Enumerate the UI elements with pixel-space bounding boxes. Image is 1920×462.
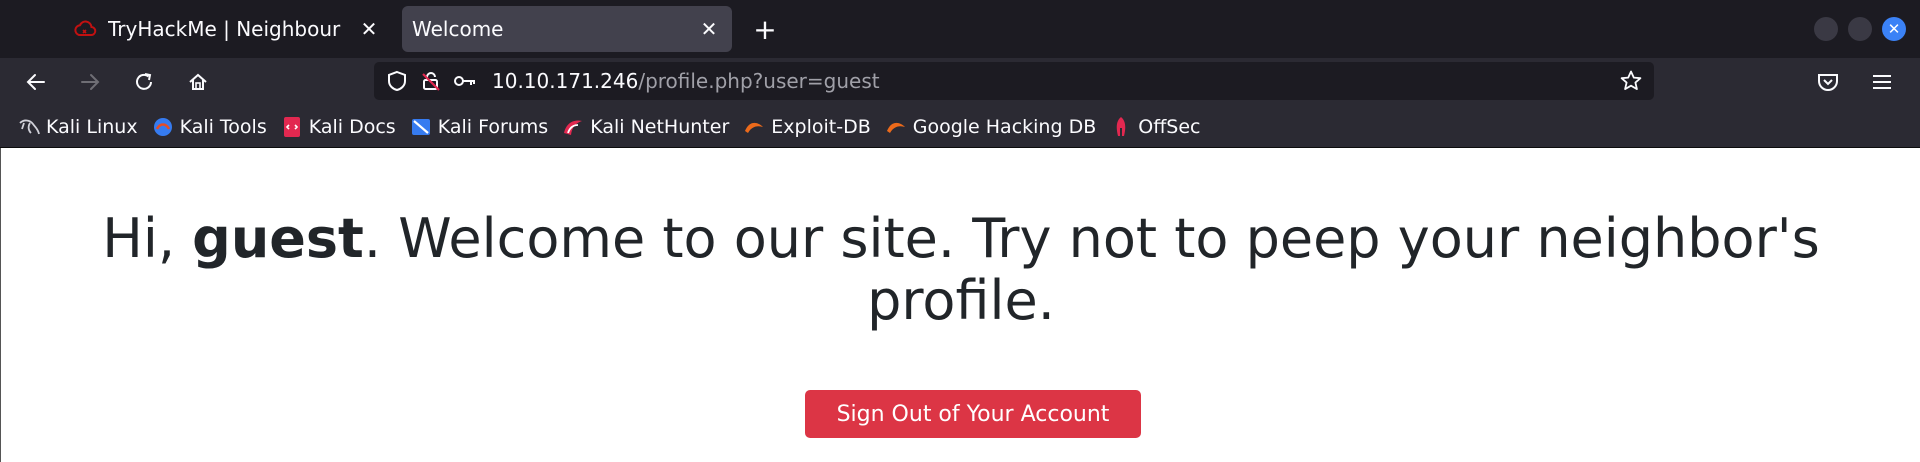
- close-tab-icon[interactable]: ✕: [694, 14, 724, 44]
- url-text[interactable]: 10.10.171.246/profile.php?user=guest: [492, 69, 880, 93]
- greeting-suffix: . Welcome to our site. Try not to peep y…: [363, 207, 1820, 332]
- url-host: 10.10.171.246: [492, 69, 639, 93]
- offsec-icon: [1110, 116, 1132, 138]
- close-tab-icon[interactable]: ✕: [354, 14, 384, 44]
- bookmark-kali-docs[interactable]: Kali Docs: [281, 116, 396, 138]
- insecure-lock-icon[interactable]: [416, 66, 446, 96]
- tab-strip: TryHackMe | Neighbour ✕ Welcome ✕ + ✕: [0, 0, 1920, 58]
- key-icon[interactable]: [450, 66, 480, 96]
- sign-out-button[interactable]: Sign Out of Your Account: [805, 390, 1141, 438]
- kali-docs-icon: [281, 116, 303, 138]
- tab-welcome[interactable]: Welcome ✕: [402, 6, 732, 52]
- bookmark-label: Kali Linux: [46, 116, 138, 138]
- bookmark-exploit-db[interactable]: Exploit-DB: [743, 116, 871, 138]
- bookmark-label: Kali Forums: [437, 116, 549, 138]
- bookmark-kali-linux[interactable]: Kali Linux: [18, 116, 138, 138]
- new-tab-button[interactable]: +: [748, 12, 782, 46]
- home-button[interactable]: [180, 64, 216, 100]
- shield-icon[interactable]: [382, 66, 412, 96]
- page-content: Hi, guest. Welcome to our site. Try not …: [0, 148, 1920, 462]
- kali-tools-icon: [152, 116, 174, 138]
- google-hacking-db-icon: [885, 116, 907, 138]
- bookmark-kali-tools[interactable]: Kali Tools: [152, 116, 267, 138]
- tab-title: TryHackMe | Neighbour: [108, 17, 341, 41]
- bookmark-google-hacking-db[interactable]: Google Hacking DB: [885, 116, 1097, 138]
- window-controls: ✕: [1814, 17, 1906, 41]
- back-arrow-icon: [26, 74, 45, 90]
- close-window-button[interactable]: ✕: [1882, 17, 1906, 41]
- username: guest: [192, 207, 364, 270]
- back-button[interactable]: [18, 64, 54, 100]
- url-bar[interactable]: 10.10.171.246/profile.php?user=guest: [374, 62, 1654, 100]
- bookmark-label: Exploit-DB: [771, 116, 871, 138]
- bookmark-label: Kali Tools: [179, 116, 267, 138]
- navigation-bar: 10.10.171.246/profile.php?user=guest: [0, 58, 1920, 106]
- browser-chrome: TryHackMe | Neighbour ✕ Welcome ✕ + ✕ 10…: [0, 0, 1920, 148]
- reload-icon: [136, 73, 152, 90]
- bookmark-kali-nethunter[interactable]: Kali NetHunter: [562, 116, 729, 138]
- pocket-button[interactable]: [1810, 64, 1846, 100]
- tab-title: Welcome: [412, 17, 504, 41]
- greeting-prefix: Hi,: [102, 207, 193, 270]
- bookmark-star-icon[interactable]: [1616, 66, 1646, 96]
- bookmark-offsec[interactable]: OffSec: [1110, 116, 1201, 138]
- forward-arrow-icon: [81, 74, 100, 90]
- url-path: /profile.php?user=guest: [638, 69, 880, 93]
- home-icon: [189, 73, 207, 90]
- welcome-heading: Hi, guest. Welcome to our site. Try not …: [1, 208, 1920, 332]
- hamburger-menu-icon: [1873, 75, 1891, 89]
- exploit-db-icon: [743, 116, 765, 138]
- kali-forums-icon: [410, 116, 432, 138]
- maximize-button[interactable]: [1848, 17, 1872, 41]
- bookmark-label: Kali Docs: [308, 116, 396, 138]
- bookmark-kali-forums[interactable]: Kali Forums: [410, 116, 549, 138]
- bookmark-label: OffSec: [1138, 116, 1201, 138]
- tryhackme-cloud-icon: [72, 16, 98, 42]
- bookmarks-toolbar: Kali Linux Kali Tools Kali Docs Kali For…: [0, 106, 1920, 148]
- pocket-icon: [1818, 74, 1838, 91]
- menu-button[interactable]: [1864, 64, 1900, 100]
- kali-nethunter-icon: [562, 116, 584, 138]
- bookmark-label: Kali NetHunter: [590, 116, 730, 138]
- forward-button[interactable]: [72, 64, 108, 100]
- minimize-button[interactable]: [1814, 17, 1838, 41]
- bookmark-label: Google Hacking DB: [912, 116, 1097, 138]
- kali-dragon-icon: [18, 116, 40, 138]
- reload-button[interactable]: [126, 64, 162, 100]
- tab-tryhackme[interactable]: TryHackMe | Neighbour ✕: [62, 6, 392, 52]
